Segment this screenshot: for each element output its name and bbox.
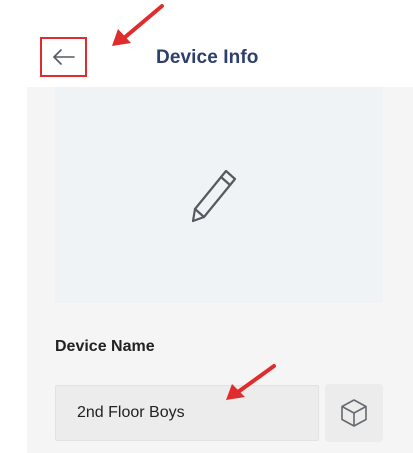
device-name-label: Device Name bbox=[55, 338, 155, 355]
back-button[interactable] bbox=[40, 37, 87, 77]
arrow-left-icon bbox=[52, 49, 75, 65]
pencil-icon[interactable] bbox=[190, 166, 240, 224]
box-button[interactable] bbox=[325, 384, 383, 442]
cube-icon bbox=[341, 399, 367, 427]
annotation-arrow-bottom bbox=[226, 364, 276, 400]
annotation-arrow-top bbox=[112, 4, 164, 46]
page-title: Device Info bbox=[156, 47, 259, 68]
